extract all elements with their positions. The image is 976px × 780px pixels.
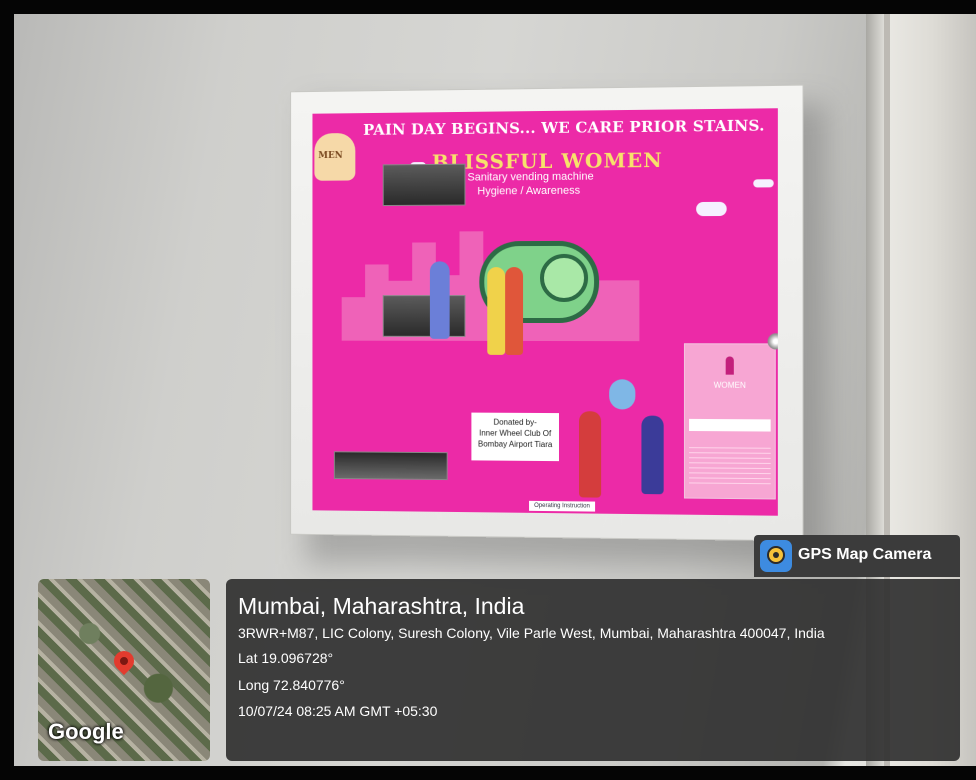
sponsor-text — [689, 443, 771, 485]
illustration-figure — [579, 411, 602, 498]
brand-subtitle-2: Hygiene / Awareness — [477, 184, 581, 198]
women-info-card: WOMEN — [683, 343, 776, 500]
map-thumbnail[interactable]: Google — [38, 579, 210, 761]
gps-map-camera-badge: GPS Map Camera — [754, 535, 960, 577]
logo-text: MEN — [318, 150, 343, 162]
cloud-icon — [696, 201, 727, 217]
timestamp: 10/07/24 08:25 AM GMT +05:30 — [238, 703, 438, 719]
operating-instruction-label: Operating Instruction — [529, 500, 596, 512]
coin-slot-2[interactable] — [382, 295, 466, 337]
donated-line: Donated by- — [493, 417, 537, 427]
brand-logo: MEN — [314, 132, 356, 181]
donated-line: Bombay Airport Tiara — [477, 439, 553, 450]
women-label: WOMEN — [713, 380, 746, 390]
location-info-panel: Mumbai, Maharashtra, India 3RWR+M87, LIC… — [226, 579, 960, 761]
illustration-figure — [505, 267, 524, 355]
coin-slot[interactable] — [382, 163, 466, 207]
illustration-figure — [487, 267, 506, 355]
location-city: Mumbai, Maharashtra, India — [238, 593, 525, 619]
donated-line: Inner Wheel Club Of — [479, 428, 552, 439]
gps-badge-label: GPS Map Camera — [798, 546, 932, 563]
dispense-slot[interactable] — [333, 451, 448, 481]
machine-panel: MEN PAIN DAY BEGINS... WE CARE PRIOR STA… — [312, 108, 778, 516]
longitude: Long 72.840776° — [238, 677, 345, 693]
sponsor-logos — [689, 418, 771, 432]
camera-app-icon — [760, 540, 792, 572]
woman-icon — [725, 356, 734, 375]
google-logo: Google — [48, 719, 124, 744]
brand-subtitle: Sanitary vending machine — [467, 170, 594, 184]
illustration-figure — [429, 261, 450, 339]
vending-machine: MEN PAIN DAY BEGINS... WE CARE PRIOR STA… — [290, 84, 804, 542]
lock-icon[interactable] — [767, 333, 778, 350]
latitude: Lat 19.096728° — [238, 650, 334, 666]
donated-card: Donated by- Inner Wheel Club Of Bombay A… — [471, 412, 559, 462]
illustration-figure — [641, 415, 664, 495]
illustration-figure — [609, 379, 636, 410]
map-pin-icon — [109, 646, 139, 676]
cloud-icon — [753, 179, 774, 188]
location-address: 3RWR+M87, LIC Colony, Suresh Colony, Vil… — [238, 625, 825, 641]
photo-frame: MEN PAIN DAY BEGINS... WE CARE PRIOR STA… — [0, 0, 976, 780]
machine-headline: PAIN DAY BEGINS... WE CARE PRIOR STAINS. — [363, 116, 765, 139]
